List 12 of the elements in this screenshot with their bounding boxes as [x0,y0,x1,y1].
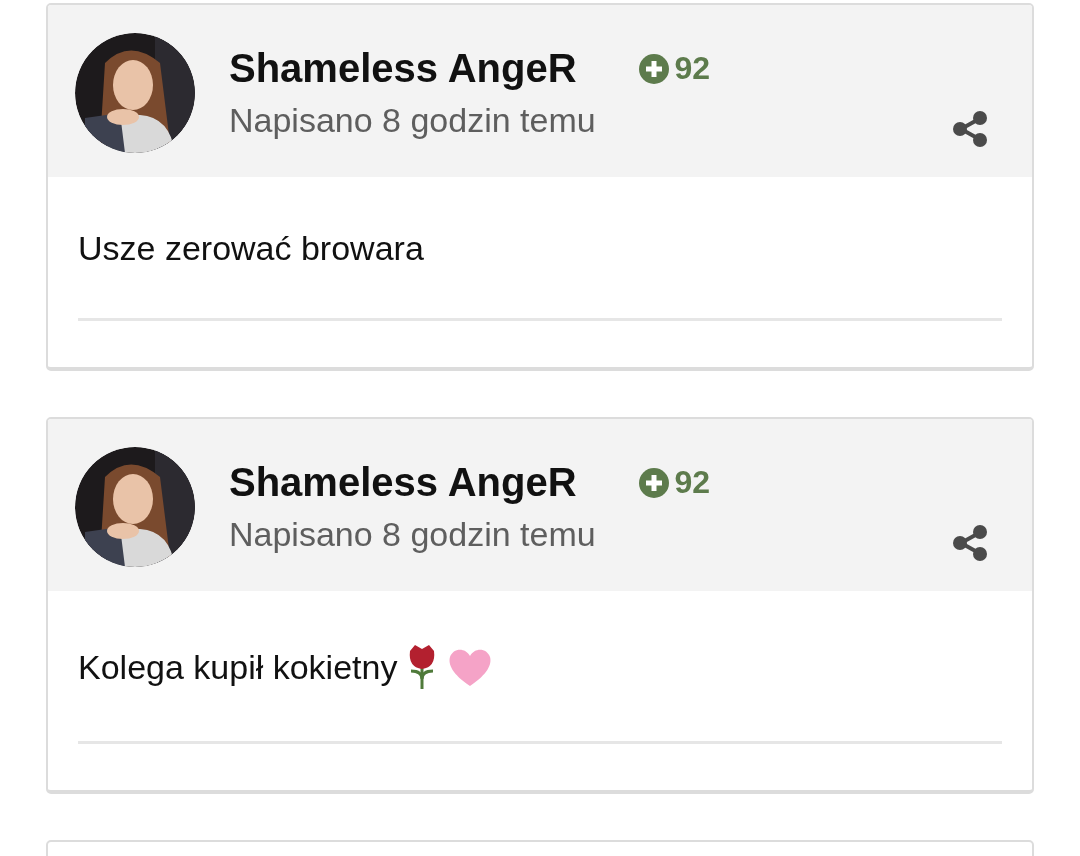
post-text: Usze zerować browara [78,229,424,268]
reputation-count: 92 [674,464,711,501]
share-icon[interactable] [952,525,988,561]
author-name[interactable]: Shameless AngeR [229,46,577,91]
post-time: Napisano 8 godzin temu [229,101,597,140]
author-name[interactable]: Shameless AngeR [229,460,577,505]
plus-icon [638,467,669,498]
plus-icon [638,53,669,84]
reputation-count: 92 [674,50,711,87]
post-text: Kolega kupił kokietny [78,647,398,687]
post-time: Napisano 8 godzin temu [229,515,597,554]
share-icon[interactable] [952,111,988,147]
